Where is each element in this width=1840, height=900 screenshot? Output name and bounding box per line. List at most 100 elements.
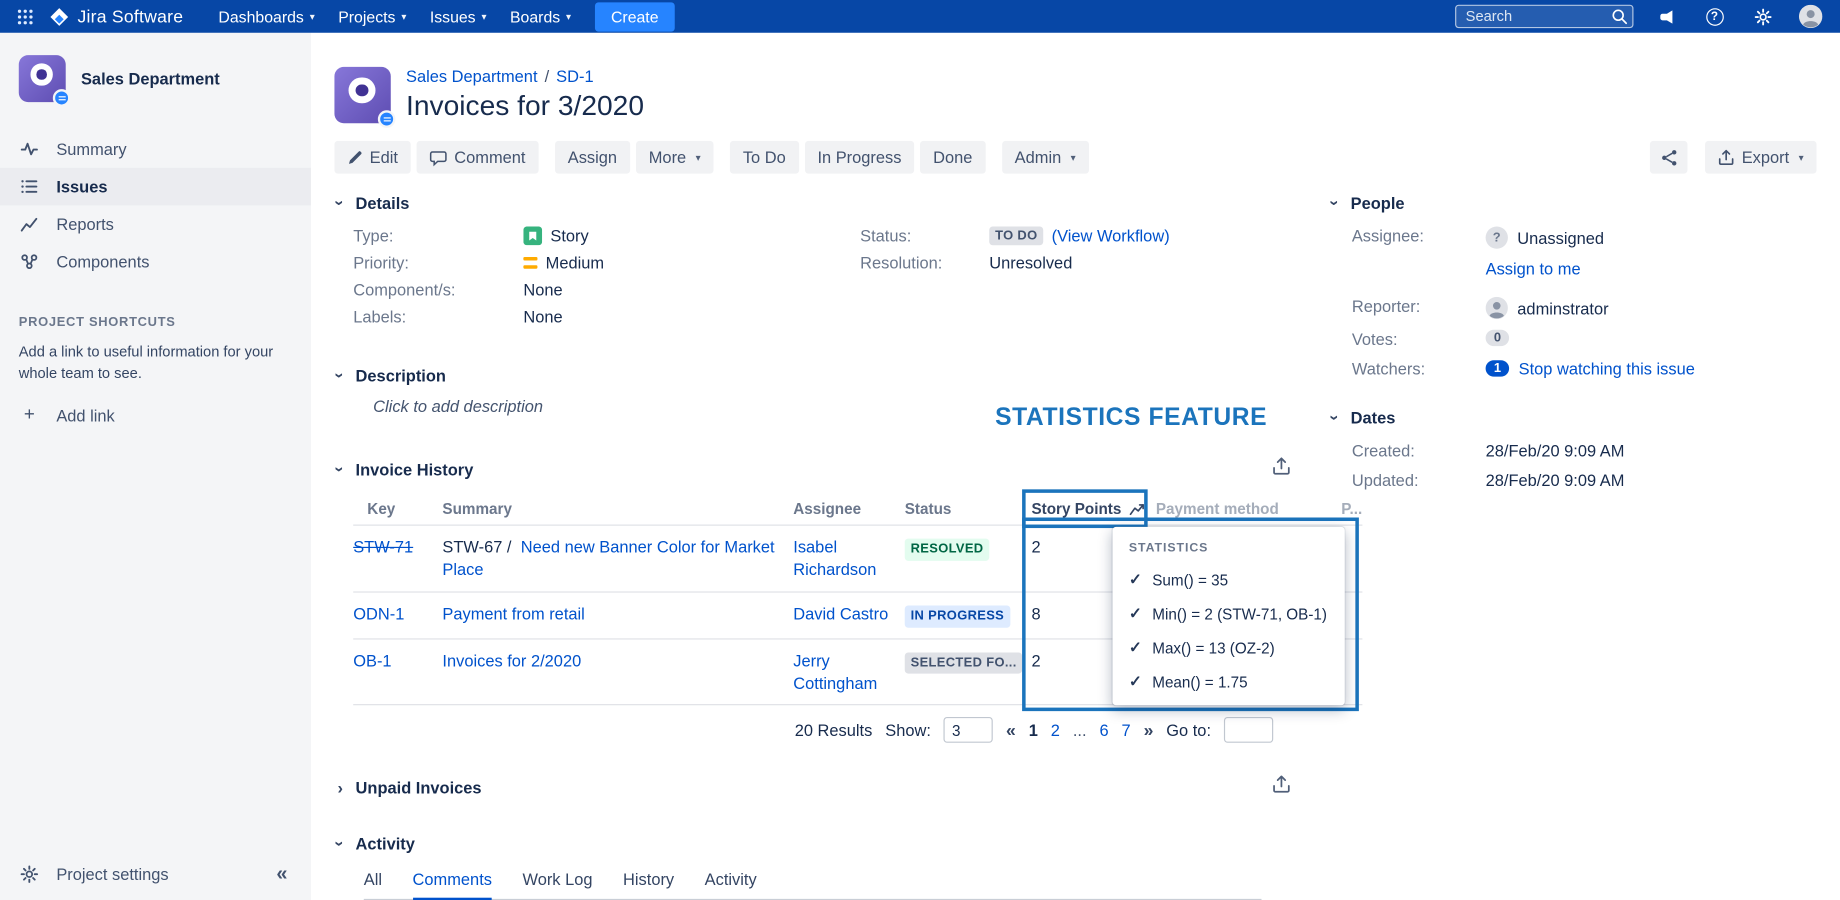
votes-badge[interactable]: 0 (1486, 330, 1510, 346)
search-input[interactable] (1455, 5, 1633, 28)
goto-page-input[interactable] (1224, 717, 1273, 743)
column-header-story-points[interactable]: Story Points (1031, 493, 1155, 525)
watchers-badge[interactable]: 1 (1486, 360, 1510, 376)
nav-boards[interactable]: Boards ▾ (498, 3, 583, 30)
page-size-input[interactable] (944, 717, 993, 743)
section-title: Invoice History (356, 460, 474, 479)
app-switcher-icon[interactable] (9, 2, 40, 30)
chevron-down-icon[interactable]: › (331, 197, 350, 209)
sidebar-item-summary[interactable]: Summary (0, 130, 311, 168)
admin-button[interactable]: Admin ▾ (1002, 141, 1089, 174)
breadcrumb-project-link[interactable]: Sales Department (406, 67, 538, 86)
assignee-link[interactable]: David Castro (793, 604, 888, 623)
sidebar-item-issues[interactable]: Issues (0, 168, 311, 206)
nav-dashboards[interactable]: Dashboards ▾ (207, 3, 327, 30)
toolbar-group-assign: Assign More ▾ (555, 141, 714, 174)
column-header-summary[interactable]: Summary (442, 493, 793, 525)
section-export-button[interactable] (1272, 775, 1291, 797)
tab-history[interactable]: History (623, 870, 674, 899)
page-number-link[interactable]: 7 (1122, 721, 1131, 740)
people-row-reporter: Reporter: adminstrator (1330, 297, 1752, 319)
create-button[interactable]: Create (595, 2, 675, 31)
nav-projects[interactable]: Projects ▾ (326, 3, 418, 30)
chevron-down-icon[interactable]: › (331, 370, 350, 382)
collapse-sidebar-icon[interactable]: « (269, 861, 294, 887)
breadcrumb-issue-link[interactable]: SD-1 (556, 67, 593, 86)
project-shortcuts-heading: PROJECT SHORTCUTS (19, 316, 292, 330)
column-header-assignee[interactable]: Assignee (793, 493, 904, 525)
field-row-components: Component/s: None (334, 280, 860, 307)
page-number-link[interactable]: 2 (1051, 721, 1060, 740)
add-link-button[interactable]: + Add link (19, 405, 292, 426)
chevron-down-icon[interactable]: › (331, 838, 350, 850)
dates-section: › Dates Created: 28/Feb/20 9:09 AM Updat… (1330, 408, 1752, 489)
chevron-right-icon[interactable]: › (334, 778, 346, 797)
user-avatar[interactable] (1795, 2, 1826, 30)
summary-link[interactable]: Invoices for 2/2020 (442, 651, 581, 670)
section-export-button[interactable] (1272, 456, 1291, 478)
reports-chart-icon (19, 215, 40, 234)
todo-transition-button[interactable]: To Do (730, 141, 799, 174)
chevron-down-icon[interactable]: › (1326, 197, 1345, 209)
column-header-payment-method[interactable]: Payment method (1156, 493, 1341, 525)
settings-icon[interactable] (1747, 2, 1778, 30)
stop-watching-link[interactable]: Stop watching this issue (1519, 359, 1695, 378)
statistics-option-sum[interactable]: ✓ Sum() = 35 (1129, 570, 1333, 589)
project-shortcuts: PROJECT SHORTCUTS Add a link to useful i… (0, 316, 311, 427)
view-workflow-link[interactable]: (View Workflow) (1052, 226, 1170, 245)
inprogress-transition-button[interactable]: In Progress (805, 141, 915, 174)
column-header-key[interactable]: Key (353, 493, 442, 525)
chevron-down-icon[interactable]: › (1326, 412, 1345, 424)
export-label: Export (1742, 148, 1789, 167)
done-transition-button[interactable]: Done (920, 141, 985, 174)
project-name: Sales Department (81, 69, 220, 88)
assign-to-me-link[interactable]: Assign to me (1486, 259, 1581, 278)
share-button[interactable] (1650, 141, 1688, 174)
sidebar-item-components[interactable]: Components (0, 243, 311, 281)
nav-issues[interactable]: Issues ▾ (418, 3, 498, 30)
summary-link[interactable]: Payment from retail (442, 604, 584, 623)
sidebar-item-reports[interactable]: Reports (0, 205, 311, 243)
edit-button[interactable]: Edit (334, 141, 410, 174)
status-lozenge: TO DO (989, 226, 1043, 245)
statistics-option-max[interactable]: ✓ Max() = 13 (OZ-2) (1129, 638, 1333, 657)
tab-comments[interactable]: Comments (413, 870, 492, 900)
export-button[interactable]: Export ▾ (1705, 141, 1816, 174)
statistics-option-mean[interactable]: ✓ Mean() = 1.75 (1129, 672, 1333, 691)
comment-button[interactable]: Comment (417, 141, 539, 174)
issue-header-text: Sales Department / SD-1 Invoices for 3/2… (406, 67, 644, 123)
more-label: More (649, 148, 686, 167)
project-avatar[interactable] (19, 55, 66, 102)
tab-all[interactable]: All (364, 870, 382, 899)
column-header-truncated[interactable]: P... (1341, 493, 1362, 525)
issue-project-avatar (334, 67, 390, 123)
help-icon[interactable]: ? (1699, 2, 1730, 30)
prev-page-button[interactable]: « (1006, 720, 1016, 740)
project-settings-button[interactable]: Project settings (19, 865, 169, 884)
issue-key-link[interactable]: STW-71 (353, 537, 413, 556)
next-page-button[interactable]: » (1144, 720, 1154, 740)
more-button[interactable]: More ▾ (636, 141, 714, 174)
issue-key-link[interactable]: ODN-1 (353, 604, 404, 623)
issue-view: Sales Department / SD-1 Invoices for 3/2… (311, 33, 1840, 900)
feedback-megaphone-icon[interactable] (1651, 2, 1682, 30)
assignee-link[interactable]: Jerry Cottingham (793, 651, 877, 692)
page-number-link[interactable]: 6 (1099, 721, 1108, 740)
assignee-link[interactable]: Isabel Richardson (793, 537, 876, 578)
field-label: Component/s: (353, 280, 523, 299)
jira-logo[interactable]: Jira Software (40, 6, 195, 26)
statistics-option-min[interactable]: ✓ Min() = 2 (STW-71, OB-1) (1129, 604, 1333, 623)
reporter-avatar-icon (1486, 297, 1508, 319)
tab-worklog[interactable]: Work Log (522, 870, 592, 899)
details-grid: Type: Story Priority: (334, 226, 1308, 334)
project-shortcuts-hint: Add a link to useful information for you… (19, 341, 275, 384)
column-header-status[interactable]: Status (905, 493, 1032, 525)
assign-button[interactable]: Assign (555, 141, 630, 174)
tab-activity[interactable]: Activity (705, 870, 757, 899)
export-icon (1272, 775, 1291, 794)
chevron-down-icon[interactable]: › (331, 464, 350, 476)
section-title: Dates (1351, 408, 1396, 427)
issue-key-link[interactable]: OB-1 (353, 651, 391, 670)
cell-status: RESOLVED (905, 526, 1032, 591)
megaphone-icon (1658, 8, 1676, 26)
